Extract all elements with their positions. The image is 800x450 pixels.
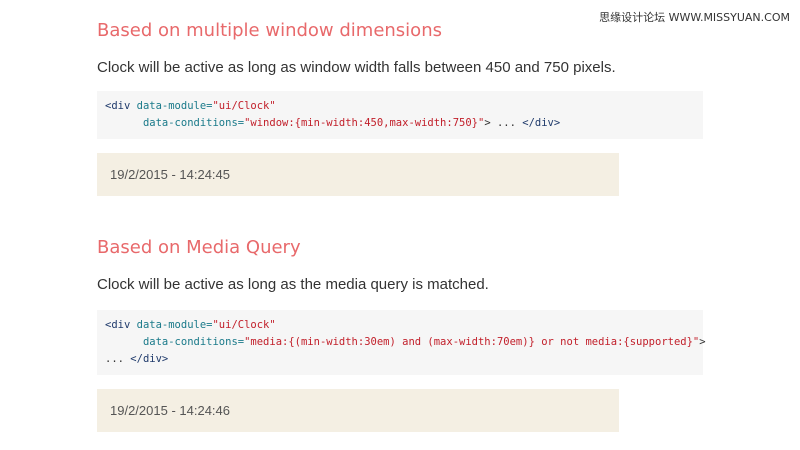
code-block: <div data-module="ui/Clock" data-conditi… xyxy=(97,91,703,139)
code-tag-open: <div xyxy=(105,100,131,112)
code-text: > xyxy=(699,336,706,348)
section-heading: Based on multiple window dimensions xyxy=(97,20,442,41)
code-attr-conditions: data-conditions= xyxy=(142,117,245,129)
code-tag-close: </div> xyxy=(130,353,169,365)
code-value-conditions: "media:{(min-width:30em) and (max-width:… xyxy=(244,336,700,348)
code-attr-module: data-module= xyxy=(136,100,213,112)
clock-output: 19/2/2015 - 14:24:45 xyxy=(97,153,619,196)
code-value-module: "ui/Clock" xyxy=(212,100,276,112)
code-attr-module: data-module= xyxy=(136,319,213,331)
section-heading: Based on Media Query xyxy=(97,237,301,258)
section-media-query: Based on Media Query Clock will be activ… xyxy=(97,236,706,432)
code-tag-open: <div xyxy=(105,319,131,331)
section-description: Clock will be active as long as the medi… xyxy=(97,276,489,293)
section-window-dimensions: Based on multiple window dimensions Cloc… xyxy=(97,19,703,196)
code-value-conditions: "window:{min-width:450,max-width:750}" xyxy=(244,117,485,129)
section-description: Clock will be active as long as window w… xyxy=(97,59,616,76)
clock-output: 19/2/2015 - 14:24:46 xyxy=(97,389,619,432)
code-tag-close: </div> xyxy=(522,117,561,129)
code-value-module: "ui/Clock" xyxy=(212,319,276,331)
code-text: > ... xyxy=(484,117,523,129)
code-block: <div data-module="ui/Clock" data-conditi… xyxy=(97,310,706,375)
code-attr-conditions: data-conditions= xyxy=(142,336,245,348)
code-text: ... xyxy=(105,353,131,365)
